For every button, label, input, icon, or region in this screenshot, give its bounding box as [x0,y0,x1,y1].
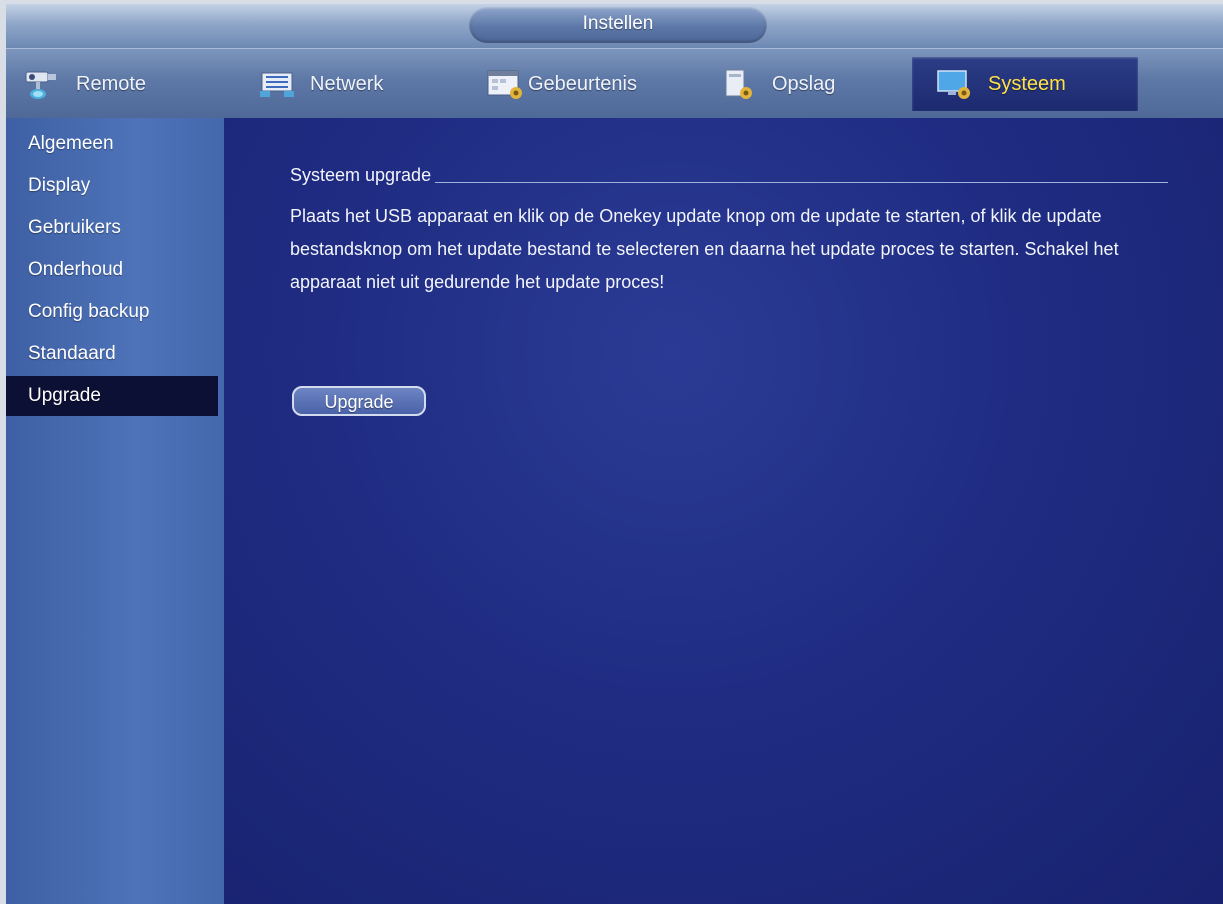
main-panel: Systeem upgrade Plaats het USB apparaat … [224,118,1223,904]
tab-label: Gebeurtenis [528,72,637,95]
tab-systeem[interactable]: Systeem [912,57,1138,111]
sidebar-item-upgrade[interactable]: Upgrade [6,376,218,416]
sidebar-item-onderhoud[interactable]: Onderhoud [6,250,218,290]
section-title: Systeem upgrade [290,165,432,185]
tab-netwerk[interactable]: Netwerk [256,57,456,111]
sidebar-item-config-backup[interactable]: Config backup [6,292,218,332]
sidebar-item-algemeen[interactable]: Algemeen [6,124,218,164]
sidebar-item-standaard[interactable]: Standaard [6,334,218,374]
system-icon [934,67,976,101]
title-bar: Instellen [6,4,1223,48]
tab-remote[interactable]: Remote [16,57,227,111]
camera-icon [22,67,64,101]
section-divider [435,182,1168,183]
storage-icon [718,67,760,101]
sidebar: Algemeen Display Gebruikers Onderhoud Co… [6,118,224,904]
window-title: Instellen [469,7,767,43]
sidebar-item-gebruikers[interactable]: Gebruikers [6,208,218,248]
upgrade-button[interactable]: Upgrade [292,386,426,416]
sidebar-item-display[interactable]: Display [6,166,218,206]
network-icon [256,67,298,101]
event-icon [484,67,526,101]
tab-label: Remote [76,72,147,95]
tab-bar: Remote Netwerk Gebeurtenis Opslag Systee… [6,48,1223,119]
tab-opslag[interactable]: Opslag [718,57,898,111]
tab-gebeurtenis[interactable]: Gebeurtenis [484,57,704,111]
dvr-screen: Instellen Remote Netwerk Gebeurtenis Ops… [6,4,1223,904]
tab-label: Netwerk [310,72,384,95]
upgrade-description: Plaats het USB apparaat en klik op de On… [290,206,1119,292]
tab-label: Systeem [988,72,1066,95]
tab-label: Opslag [772,72,836,95]
section-header: Systeem upgrade [290,162,1168,186]
